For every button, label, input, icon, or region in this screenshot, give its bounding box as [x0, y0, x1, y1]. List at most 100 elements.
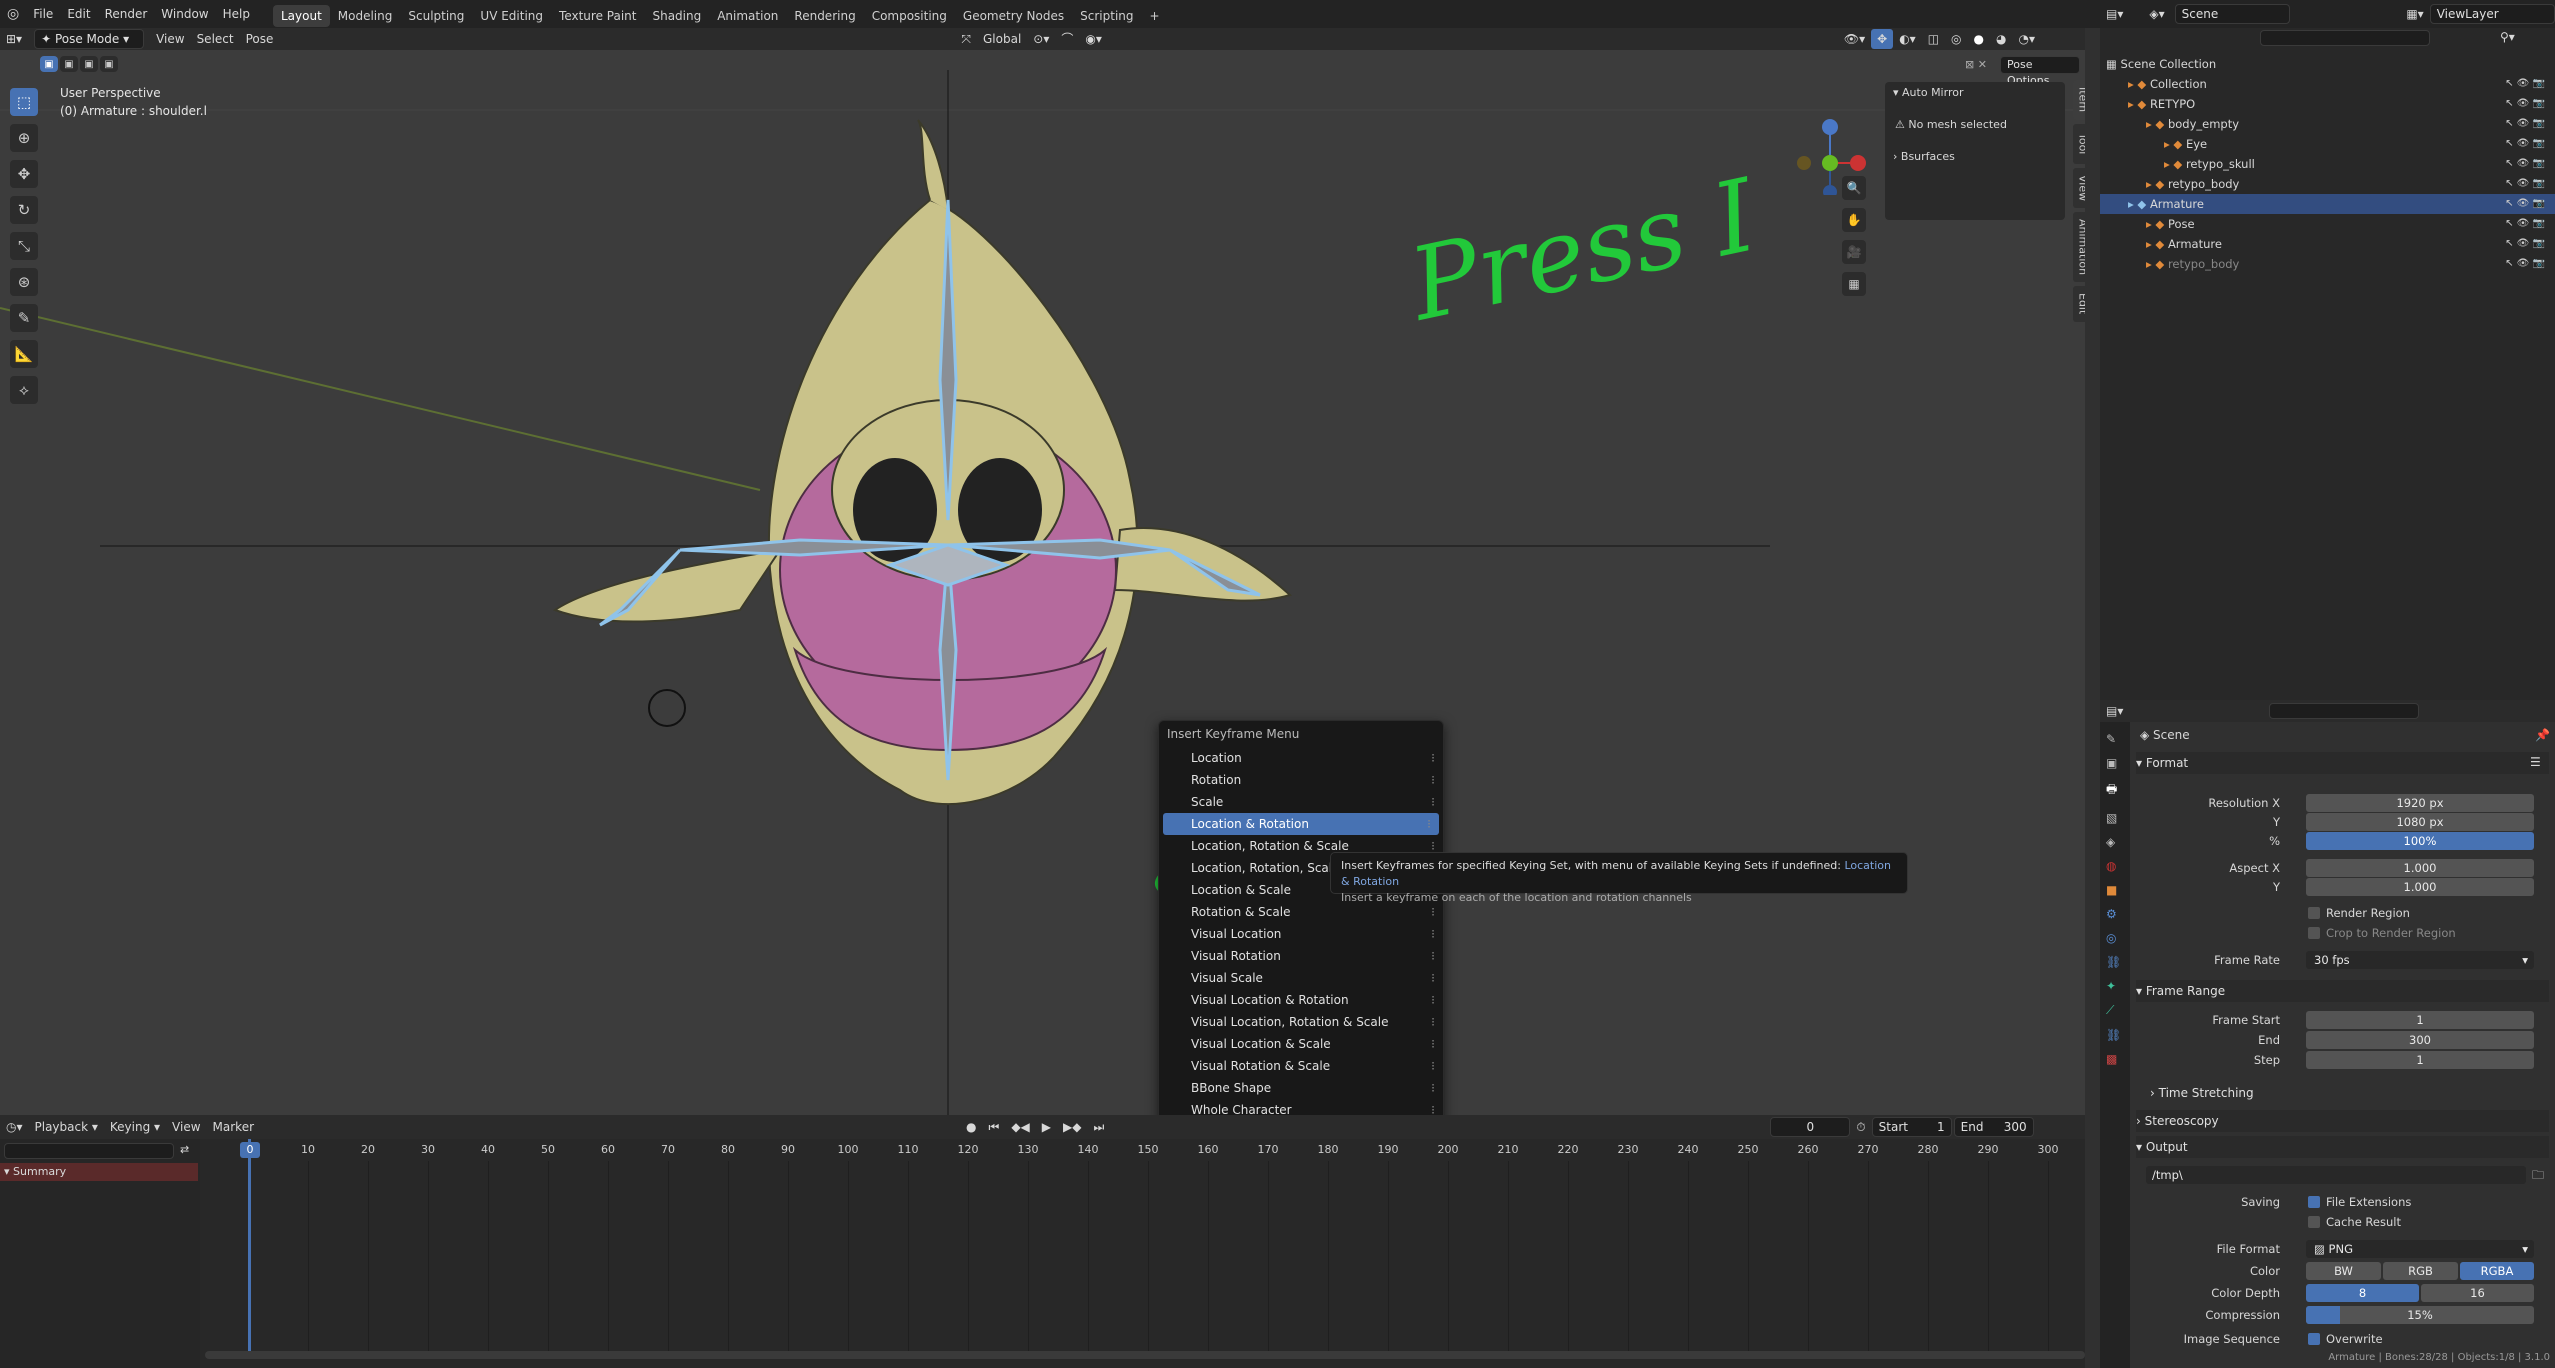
menu-item[interactable]: Visual Location & Scale ⁝: [1159, 1033, 1443, 1055]
outliner-row[interactable]: ▸ ◆ Pose ↖ 👁 📷: [2100, 214, 2555, 234]
color-depth-16-button[interactable]: 16: [2421, 1284, 2534, 1302]
tab-uv-editing[interactable]: UV Editing: [472, 5, 551, 27]
current-frame-field[interactable]: 0: [1770, 1117, 1851, 1137]
play-icon[interactable]: ▶: [1036, 1117, 1057, 1137]
editor-type-icon[interactable]: ▤▾: [2100, 4, 2129, 24]
frame-start-field[interactable]: 1: [2306, 1011, 2534, 1029]
render-tab-icon[interactable]: ▣: [2106, 756, 2124, 770]
color-rgba-button[interactable]: RGBA: [2460, 1262, 2534, 1280]
visibility-toggles-icon[interactable]: ↖ 👁 📷: [2505, 114, 2545, 134]
add-workspace-icon[interactable]: +: [1142, 5, 1168, 27]
menu-pose[interactable]: Pose: [240, 29, 280, 49]
presets-icon[interactable]: ☰: [2530, 755, 2541, 769]
bone-tab-icon[interactable]: ⟋: [2106, 1003, 2124, 1018]
tab-scripting[interactable]: Scripting: [1072, 5, 1141, 27]
tab-animation[interactable]: Animation: [2073, 212, 2085, 282]
snap-icon[interactable]: ⌒: [1055, 29, 1079, 49]
step-field[interactable]: 1: [2306, 1051, 2534, 1069]
resolution-x-field[interactable]: 1920 px: [2306, 794, 2534, 812]
move-tool-icon[interactable]: ✥: [10, 160, 38, 188]
pan-hand-icon[interactable]: ✋: [1842, 208, 1866, 232]
output-path-field[interactable]: /tmp\: [2146, 1166, 2526, 1184]
summary-channel[interactable]: ▾ Summary: [0, 1163, 198, 1181]
gizmo-toggle-icon[interactable]: ✥: [1871, 29, 1894, 49]
visibility-toggles-icon[interactable]: ↖ 👁 📷: [2505, 74, 2545, 94]
stereoscopy-panel-header[interactable]: › Stereoscopy: [2136, 1110, 2549, 1132]
swap-icon[interactable]: ⇄: [180, 1143, 189, 1156]
start-frame-field[interactable]: Start 1: [1871, 1117, 1952, 1137]
transform-orientation-icon[interactable]: ⤧: [955, 29, 977, 49]
jump-end-icon[interactable]: ⏭: [1087, 1117, 1110, 1137]
visibility-toggles-icon[interactable]: ↖ 👁 📷: [2505, 254, 2545, 274]
menu-item[interactable]: Rotation ⁝: [1159, 769, 1443, 791]
object-tab-icon[interactable]: ■: [2106, 883, 2124, 897]
shading-rendered-icon[interactable]: ◔▾: [2013, 29, 2042, 49]
outliner-row[interactable]: ▸ ◆ body_empty ↖ 👁 📷: [2100, 114, 2555, 134]
tab-tool[interactable]: Tool: [2073, 124, 2085, 164]
view-layer-selector[interactable]: ViewLayer: [2429, 4, 2555, 24]
tool-tab-icon[interactable]: ✎: [2106, 732, 2124, 746]
end-frame-field[interactable]: End 300: [1953, 1117, 2034, 1137]
file-extensions-checkbox[interactable]: File Extensions: [2308, 1195, 2411, 1209]
menu-item[interactable]: Visual Rotation & Scale ⁝: [1159, 1055, 1443, 1077]
editor-type-icon[interactable]: ◷▾: [0, 1117, 29, 1137]
select-box-tool-icon[interactable]: ⬚: [10, 88, 38, 116]
playhead[interactable]: [248, 1139, 251, 1359]
jump-start-icon[interactable]: ⏮: [983, 1117, 1006, 1137]
timeline[interactable]: ⇄ ▾ Summary 0 10 20 30 40 50 60 70 80 90 100 110 120…: [0, 1139, 2085, 1368]
outliner-row[interactable]: ▸ ◆ Armature ↖ 👁 📷: [2100, 194, 2555, 214]
shading-material-icon[interactable]: ◕: [1990, 29, 2012, 49]
record-icon[interactable]: ●: [960, 1117, 982, 1137]
measure-tool-icon[interactable]: 📐: [10, 340, 38, 368]
xray-icon[interactable]: ◫: [1922, 29, 1945, 49]
aspect-x-field[interactable]: 1.000: [2306, 859, 2534, 877]
menu-marker[interactable]: Marker: [207, 1117, 260, 1137]
cache-result-checkbox[interactable]: Cache Result: [2308, 1215, 2401, 1229]
rotate-tool-icon[interactable]: ↻: [10, 196, 38, 224]
menu-view[interactable]: View: [150, 29, 190, 49]
menu-item[interactable]: BBone Shape ⁝: [1159, 1077, 1443, 1099]
camera-view-icon[interactable]: 🎥: [1842, 240, 1866, 264]
visibility-toggles-icon[interactable]: ↖ 👁 📷: [2505, 234, 2545, 254]
constraint-tab-icon[interactable]: ⛓: [2106, 955, 2124, 969]
roll-tool-icon[interactable]: ⟡: [10, 376, 38, 404]
output-tab-icon[interactable]: 🖶: [2106, 780, 2124, 801]
mode-selector[interactable]: ✦ Pose Mode ▾: [34, 29, 145, 49]
next-keyframe-icon[interactable]: ▶◆: [1057, 1117, 1087, 1137]
menu-item[interactable]: Visual Rotation ⁝: [1159, 945, 1443, 967]
menu-view[interactable]: View: [166, 1117, 206, 1137]
editor-type-icon[interactable]: ⊞▾: [0, 29, 28, 49]
world-tab-icon[interactable]: ◍: [2106, 859, 2124, 873]
transform-tool-icon[interactable]: ⊛: [10, 268, 38, 296]
outliner-scene-collection[interactable]: ▦ Scene Collection: [2106, 54, 2546, 74]
visibility-toggles-icon[interactable]: ↖ 👁 📷: [2505, 194, 2545, 214]
blender-logo-icon[interactable]: ◎: [0, 0, 26, 28]
menu-item[interactable]: Visual Location & Rotation ⁝: [1159, 989, 1443, 1011]
resolution-y-field[interactable]: 1080 px: [2306, 813, 2534, 831]
pose-options-button[interactable]: Pose Options: [2000, 56, 2080, 87]
color-rgb-button[interactable]: RGB: [2383, 1262, 2458, 1280]
output-panel-header[interactable]: ▾ Output: [2136, 1136, 2549, 1158]
editor-type-icon[interactable]: ▤▾: [2100, 701, 2129, 721]
overlay-icon[interactable]: ◐▾: [1893, 29, 1922, 49]
filter-icon[interactable]: ⚲▾: [2500, 30, 2515, 44]
view-layer-icon[interactable]: ▦▾: [2400, 4, 2429, 24]
aspect-y-field[interactable]: 1.000: [2306, 878, 2534, 896]
texture-tab-icon[interactable]: ▩: [2106, 1052, 2124, 1066]
menu-help[interactable]: Help: [216, 0, 257, 28]
menu-item[interactable]: Visual Location, Rotation & Scale ⁝: [1159, 1011, 1443, 1033]
select-subtract-icon[interactable]: ▣: [80, 56, 98, 72]
properties-search-input[interactable]: [2269, 703, 2420, 719]
scale-tool-icon[interactable]: ⤡: [10, 232, 38, 260]
snap-toggle-icon[interactable]: ⊠ ✕: [1965, 58, 1987, 71]
physics-tab-icon[interactable]: ◎: [2106, 931, 2124, 945]
crop-region-checkbox[interactable]: Crop to Render Region: [2308, 926, 2456, 940]
playhead-frame[interactable]: 0: [240, 1142, 260, 1158]
menu-item[interactable]: Visual Scale ⁝: [1159, 967, 1443, 989]
horizontal-scrollbar[interactable]: [205, 1351, 2085, 1359]
format-panel-header[interactable]: ▾ Format: [2136, 752, 2549, 774]
menu-item[interactable]: Location & Rotation ⁝: [1163, 813, 1439, 835]
outliner-row[interactable]: ▸ ◆ retypo_skull ↖ 👁 📷: [2100, 154, 2555, 174]
outliner-search-input[interactable]: [2260, 30, 2430, 46]
select-extend-icon[interactable]: ▣: [60, 56, 78, 72]
